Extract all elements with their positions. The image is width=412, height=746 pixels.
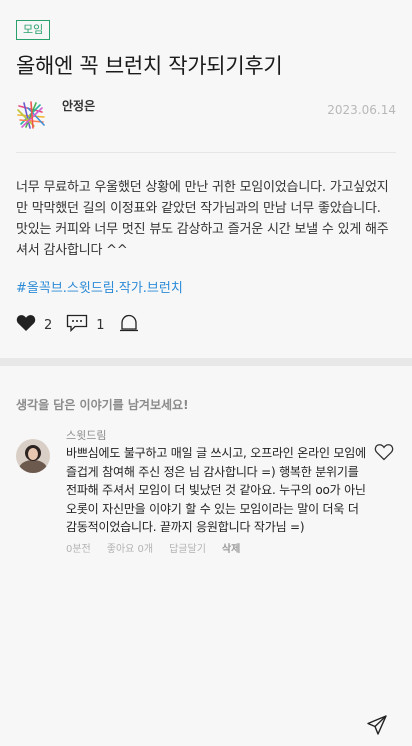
comment-meta: 0분전 좋아요 0개 답글달기 삭제 <box>66 540 366 555</box>
hashtags[interactable]: #올꼭브.스윗드림.작가.브런치 <box>16 277 396 296</box>
heart-icon <box>16 314 36 336</box>
comments-section: 생각을 담은 이야기를 남겨보세요! 스윗드림 바쁘심에도 불구하고 매일 글 … <box>0 396 412 555</box>
heart-outline-icon <box>374 444 394 465</box>
comment-count: 1 <box>96 317 105 333</box>
post-title: 올해엔 꼭 브런치 작가되기후기 <box>16 54 283 78</box>
reply-button[interactable]: 답글달기 <box>169 540 206 555</box>
post-actions: 2 1 <box>16 314 396 336</box>
send-button[interactable] <box>366 714 388 740</box>
like-count: 2 <box>44 317 53 333</box>
post-date: 2023.06.14 <box>327 103 396 117</box>
post-header: 모임 올해엔 꼭 브런치 작가되기후기 안정은 2023.06.14 너무 무료… <box>0 0 412 336</box>
notification-button[interactable] <box>119 314 139 336</box>
delete-button[interactable]: 삭제 <box>222 540 240 555</box>
commenter-name[interactable]: 스윗드림 <box>66 429 366 443</box>
author-row: 안정은 2023.06.14 <box>16 97 396 140</box>
comment-text: 바쁘심에도 불구하고 매일 글 쓰시고, 오프라인 온라인 모임에 즐겁게 참여… <box>66 446 366 534</box>
comment-button[interactable]: 1 <box>66 314 105 336</box>
send-icon <box>366 715 388 740</box>
author-name[interactable]: 안정은 <box>62 97 95 114</box>
post-body: 너무 무료하고 우울했던 상황에 만난 귀한 모임이었습니다. 가고싶었지만 막… <box>16 180 389 258</box>
bell-icon <box>119 314 139 336</box>
divider <box>16 152 396 153</box>
category-badge: 모임 <box>16 20 51 40</box>
comment-item: 스윗드림 바쁘심에도 불구하고 매일 글 쓰시고, 오프라인 온라인 모임에 즐… <box>16 429 396 555</box>
commenter-avatar[interactable] <box>16 439 50 473</box>
author-avatar[interactable] <box>16 100 46 130</box>
section-separator <box>0 358 412 366</box>
comment-like-button[interactable] <box>374 443 394 465</box>
speech-bubble-icon <box>66 314 88 336</box>
comment-likes: 좋아요 0개 <box>106 543 154 555</box>
like-button[interactable]: 2 <box>16 314 52 336</box>
comment-time: 0분전 <box>66 543 91 555</box>
comment-prompt[interactable]: 생각을 담은 이야기를 남겨보세요! <box>16 396 396 413</box>
comment-content: 스윗드림 바쁘심에도 불구하고 매일 글 쓰시고, 오프라인 온라인 모임에 즐… <box>66 429 366 555</box>
